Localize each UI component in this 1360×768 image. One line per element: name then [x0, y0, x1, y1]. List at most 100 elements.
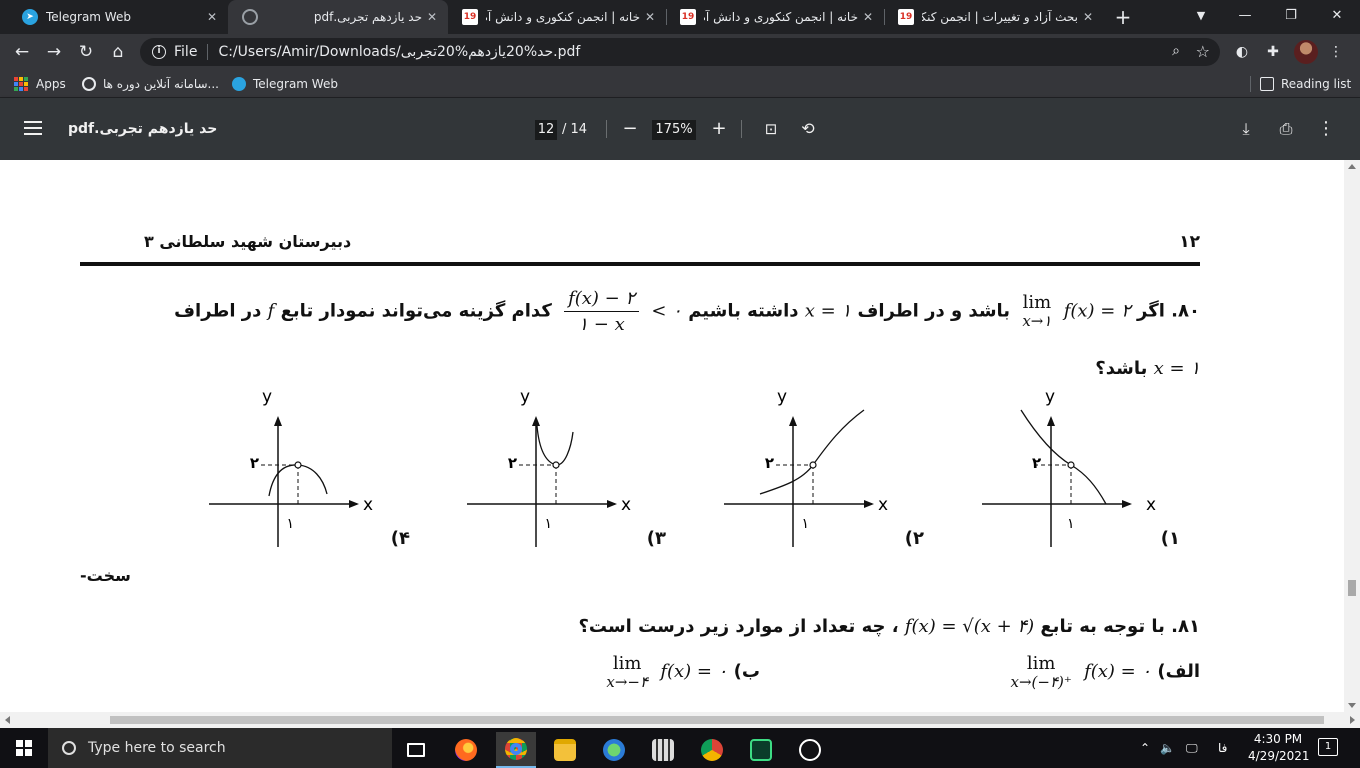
horizontal-scrollbar[interactable] — [0, 712, 1360, 728]
x-axis-label: x — [621, 495, 631, 515]
apps-bookmark[interactable]: Apps — [14, 75, 66, 93]
extensions-puzzle-icon[interactable]: ✚ — [1263, 42, 1283, 62]
fraction-denominator: ۱ − x — [578, 314, 625, 335]
bookmark-label: سامانه آنلاین دوره ها... — [103, 77, 219, 91]
q80-lt-zero: < ۰ — [651, 300, 682, 322]
graph-option-3: y x ۲ ۱ — [457, 382, 677, 552]
profile-avatar[interactable] — [1294, 40, 1318, 64]
reading-list-button[interactable]: Reading list — [1260, 75, 1351, 93]
reading-list-icon — [1260, 77, 1274, 91]
bookmark-star-icon[interactable]: ☆ — [1196, 42, 1210, 61]
pdf-title: حد یازدهم تجربی.pdf — [68, 121, 218, 137]
rotate-button[interactable]: ⟲ — [797, 118, 819, 140]
close-icon[interactable]: ✕ — [640, 10, 660, 24]
new-tab-button[interactable]: + — [1112, 6, 1134, 28]
info-icon[interactable]: i — [152, 45, 166, 59]
page-number-input[interactable]: 12 — [535, 120, 557, 140]
q80-fraction: f(x) − ۲ ۱ − x — [564, 288, 640, 335]
omnibox-divider — [207, 44, 209, 60]
zoom-icon[interactable]: ⌕ — [1172, 43, 1180, 59]
zoom-in-button[interactable]: + — [708, 118, 730, 140]
taskbar-search[interactable]: Type here to search — [48, 728, 392, 768]
taskbar-chrome-active[interactable] — [496, 732, 536, 768]
bookmark-online-courses[interactable]: سامانه آنلاین دوره ها... — [82, 75, 219, 93]
url-text[interactable]: C:/Users/Amir/Downloads/حد%20یازدهم%20تج… — [218, 44, 580, 60]
taskbar-app-globe[interactable] — [594, 732, 634, 768]
input-language[interactable]: فا — [1218, 728, 1227, 768]
tab-pdf[interactable]: حد یازدهم تجربی.pdf ✕ — [228, 0, 448, 34]
scroll-left-icon[interactable] — [5, 716, 10, 724]
bookmark-label: Telegram Web — [253, 77, 338, 91]
lim-word: lim — [612, 653, 642, 674]
task-view-icon — [407, 743, 425, 757]
taskbar-app-x[interactable] — [741, 732, 781, 768]
chrome-menu-icon[interactable]: ⋮ — [1326, 42, 1346, 62]
zoom-level-input[interactable]: 175% — [652, 120, 696, 140]
graph-option-2: y x ۲ ۱ — [714, 382, 934, 552]
part-b-limit: lim x→−۴ — [606, 654, 648, 690]
taskbar-file-explorer[interactable] — [545, 732, 585, 768]
notification-center-button[interactable]: 1 — [1318, 738, 1338, 756]
restore-button[interactable]: ❐ — [1268, 0, 1314, 34]
folder-icon — [554, 739, 576, 761]
telegram-icon: ➤ — [22, 9, 38, 25]
show-hidden-icons-button[interactable]: ⌃ — [1140, 728, 1150, 768]
lim-word: lim — [1026, 653, 1056, 674]
tab-telegram[interactable]: ➤ Telegram Web ✕ — [8, 0, 228, 34]
tab-forum-2[interactable]: 19 خانه | انجمن کنکوری و دانش آم ✕ — [666, 0, 884, 34]
print-button[interactable]: ⎙ — [1275, 118, 1297, 140]
reload-button[interactable]: ↻ — [72, 38, 100, 66]
graph-option-4: y x ۲ ۱ — [199, 382, 419, 552]
tab-forum-1[interactable]: 19 خانه | انجمن کنکوری و دانش آم ✕ — [448, 0, 666, 34]
graph-option-1: y x ۲ ۱ — [972, 382, 1192, 552]
bookmark-telegram[interactable]: Telegram Web — [232, 75, 338, 93]
x-axis-label: x — [363, 495, 373, 515]
chrome-icon — [701, 739, 723, 761]
option-label-2: ۲) — [904, 528, 924, 549]
y-tick-label: ۲ — [250, 454, 259, 472]
taskbar-clock-app[interactable] — [790, 732, 830, 768]
scrollbar-thumb[interactable] — [110, 716, 1324, 724]
scroll-right-icon[interactable] — [1350, 716, 1355, 724]
scrollbar-thumb[interactable] — [1348, 580, 1356, 596]
address-bar[interactable]: i File C:/Users/Amir/Downloads/حد%20یازد… — [140, 38, 1220, 66]
site-19-icon: 19 — [462, 9, 478, 25]
close-icon[interactable]: ✕ — [858, 10, 878, 24]
menu-icon[interactable] — [24, 121, 42, 137]
zoom-out-button[interactable]: − — [619, 118, 641, 140]
taskbar-firefox[interactable] — [446, 732, 486, 768]
question-80-line-1: ۸۰. اگر f(x) = ۲ lim x→۱ باشد و در اطراف… — [174, 288, 1200, 335]
close-icon[interactable]: ✕ — [1078, 10, 1098, 24]
network-icon[interactable]: 🖵 — [1186, 728, 1198, 768]
pdf-page: ۱۲ دبیرستان شهید سلطانی ۳ ۸۰. اگر f(x) =… — [0, 160, 1344, 712]
part-b-expr: f(x) = ۰ — [660, 661, 728, 683]
volume-icon[interactable]: 🔈 — [1160, 728, 1175, 768]
y-axis-label: y — [1045, 387, 1055, 407]
tab-search-button[interactable]: ▼ — [1178, 0, 1224, 34]
q81-text-a: با توجه به تابع — [1040, 616, 1165, 637]
lim-sub: x→(−۴)⁺ — [1010, 672, 1072, 691]
taskbar-chrome-2[interactable] — [692, 732, 732, 768]
home-button[interactable]: ⌂ — [104, 38, 132, 66]
vertical-scrollbar[interactable] — [1344, 160, 1360, 712]
tab-forum-3[interactable]: 19 بحث آزاد و تغییرات | انجمن کنکو ✕ — [884, 0, 1104, 34]
close-window-button[interactable]: ✕ — [1314, 0, 1360, 34]
y-axis-label: y — [262, 387, 272, 407]
close-icon[interactable]: ✕ — [202, 10, 222, 24]
close-icon[interactable]: ✕ — [422, 10, 442, 24]
site-19-icon: 19 — [680, 9, 696, 25]
start-button[interactable] — [0, 728, 48, 768]
more-actions-button[interactable]: ⋮ — [1315, 118, 1337, 140]
extension-c-icon[interactable]: ◐ — [1232, 42, 1252, 62]
task-view-button[interactable] — [396, 732, 436, 768]
forward-button[interactable]: → — [40, 38, 68, 66]
taskbar-calculator[interactable] — [643, 732, 683, 768]
fit-page-button[interactable]: ⊡ — [760, 118, 782, 140]
back-button[interactable]: ← — [8, 38, 36, 66]
pdf-viewport[interactable]: ۱۲ دبیرستان شهید سلطانی ۳ ۸۰. اگر f(x) =… — [0, 160, 1360, 712]
system-clock[interactable]: 4:30 PM 4/29/2021 — [1248, 731, 1310, 765]
scroll-up-icon[interactable] — [1348, 164, 1356, 169]
download-button[interactable]: ⤓ — [1235, 118, 1257, 140]
scroll-down-icon[interactable] — [1348, 703, 1356, 708]
minimize-button[interactable]: — — [1222, 0, 1268, 34]
